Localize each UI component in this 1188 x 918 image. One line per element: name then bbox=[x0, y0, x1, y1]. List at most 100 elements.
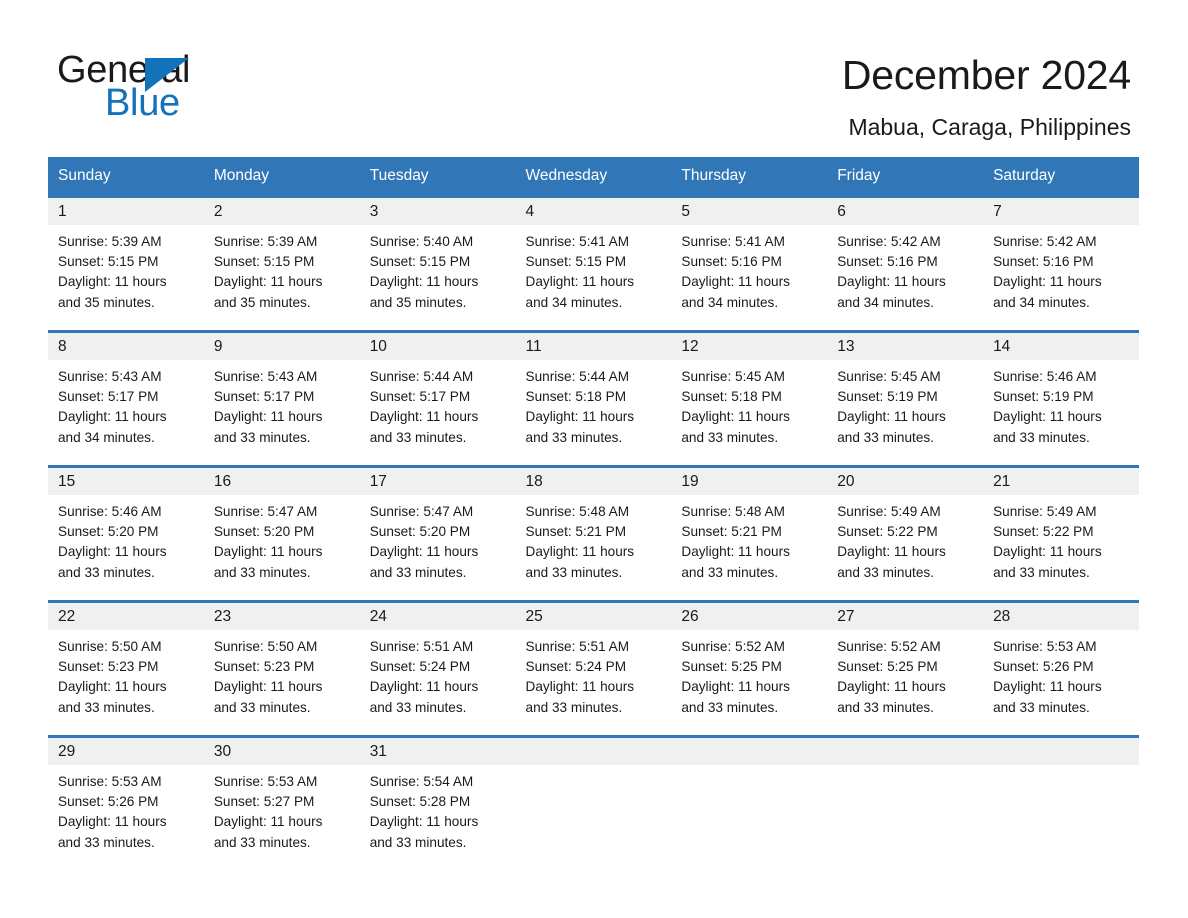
weekday-header-monday: Monday bbox=[203, 157, 360, 195]
calendar-day-cell[interactable]: 6 Sunrise: 5:42 AM Sunset: 5:16 PM Daylig… bbox=[827, 198, 984, 330]
day-sun-info: Sunrise: 5:46 AM Sunset: 5:19 PM Dayligh… bbox=[993, 369, 1102, 445]
day-number: 20 bbox=[827, 468, 984, 495]
generalblue-logo: General Blue bbox=[57, 48, 377, 128]
calendar-day-cell[interactable]: 27 Sunrise: 5:52 AM Sunset: 5:25 PM Dayli… bbox=[827, 603, 984, 735]
day-sun-info: Sunrise: 5:50 AM Sunset: 5:23 PM Dayligh… bbox=[213, 639, 323, 715]
calendar-day-cell[interactable]: 4 Sunrise: 5:41 AM Sunset: 5:15 PM Daylig… bbox=[515, 198, 672, 330]
weekday-header-saturday: Saturday bbox=[983, 157, 1139, 195]
day-sun-info: Sunrise: 5:46 AM Sunset: 5:20 PM Dayligh… bbox=[58, 504, 167, 580]
calendar-empty-cell bbox=[827, 738, 984, 853]
calendar-day-cell[interactable]: 8 Sunrise: 5:43 AM Sunset: 5:17 PM Daylig… bbox=[48, 333, 204, 465]
weekday-header-friday: Friday bbox=[827, 157, 984, 195]
calendar-day-cell[interactable]: 31 Sunrise: 5:54 AM Sunset: 5:28 PM Dayli… bbox=[359, 738, 516, 853]
calendar-grid: Sunday Monday Tuesday Wednesday Thursday Frid… bbox=[48, 157, 1139, 853]
calendar-day-cell[interactable]: 17 Sunrise: 5:47 AM Sunset: 5:20 PM Dayli… bbox=[359, 468, 516, 600]
day-number: 6 bbox=[827, 198, 984, 225]
calendar-week-row: 8 Sunrise: 5:43 AM Sunset: 5:17 PM Daylig… bbox=[48, 330, 1139, 465]
day-number: 16 bbox=[203, 468, 360, 495]
day-number: 23 bbox=[203, 603, 360, 630]
day-number: 12 bbox=[671, 333, 828, 360]
calendar-day-cell[interactable]: 14 Sunrise: 5:46 AM Sunset: 5:19 PM Dayli… bbox=[983, 333, 1139, 465]
day-sun-info: Sunrise: 5:49 AM Sunset: 5:22 PM Dayligh… bbox=[993, 504, 1102, 580]
calendar-empty-cell bbox=[983, 738, 1139, 853]
day-number: 14 bbox=[983, 333, 1139, 360]
day-sun-info: Sunrise: 5:43 AM Sunset: 5:17 PM Dayligh… bbox=[213, 369, 323, 445]
day-number: 3 bbox=[359, 198, 516, 225]
calendar-day-cell[interactable]: 5 Sunrise: 5:41 AM Sunset: 5:16 PM Daylig… bbox=[671, 198, 828, 330]
calendar-day-cell[interactable]: 28 Sunrise: 5:53 AM Sunset: 5:26 PM Dayli… bbox=[983, 603, 1139, 735]
weekday-header-row: Sunday Monday Tuesday Wednesday Thursday Frid… bbox=[48, 157, 1139, 195]
day-number: 5 bbox=[671, 198, 828, 225]
day-number: 8 bbox=[48, 333, 204, 360]
day-number bbox=[515, 738, 672, 765]
calendar-day-cell[interactable]: 26 Sunrise: 5:52 AM Sunset: 5:25 PM Dayli… bbox=[671, 603, 828, 735]
calendar-day-cell[interactable]: 11 Sunrise: 5:44 AM Sunset: 5:18 PM Dayli… bbox=[515, 333, 672, 465]
calendar-day-cell[interactable]: 9 Sunrise: 5:43 AM Sunset: 5:17 PM Daylig… bbox=[203, 333, 360, 465]
calendar-day-cell[interactable]: 3 Sunrise: 5:40 AM Sunset: 5:15 PM Daylig… bbox=[359, 198, 516, 330]
day-number: 9 bbox=[203, 333, 360, 360]
calendar-day-cell[interactable]: 1 Sunrise: 5:39 AM Sunset: 5:15 PM Daylig… bbox=[48, 198, 204, 330]
day-sun-info: Sunrise: 5:39 AM Sunset: 5:15 PM Dayligh… bbox=[213, 234, 323, 310]
calendar-day-cell[interactable]: 12 Sunrise: 5:45 AM Sunset: 5:18 PM Dayli… bbox=[671, 333, 828, 465]
page-header: General Blue December 2024 Mabua, Caraga… bbox=[0, 0, 1188, 150]
weekday-header-tuesday: Tuesday bbox=[359, 157, 516, 195]
day-sun-info: Sunrise: 5:50 AM Sunset: 5:23 PM Dayligh… bbox=[58, 639, 167, 715]
day-number: 25 bbox=[515, 603, 672, 630]
calendar-day-cell[interactable]: 18 Sunrise: 5:48 AM Sunset: 5:21 PM Dayli… bbox=[515, 468, 672, 600]
day-sun-info: Sunrise: 5:51 AM Sunset: 5:24 PM Dayligh… bbox=[525, 639, 635, 715]
calendar-day-cell[interactable]: 16 Sunrise: 5:47 AM Sunset: 5:20 PM Dayli… bbox=[203, 468, 360, 600]
day-number: 1 bbox=[48, 198, 204, 225]
calendar-day-cell[interactable]: 24 Sunrise: 5:51 AM Sunset: 5:24 PM Dayli… bbox=[359, 603, 516, 735]
day-number: 28 bbox=[983, 603, 1139, 630]
calendar-day-cell[interactable]: 13 Sunrise: 5:45 AM Sunset: 5:19 PM Dayli… bbox=[827, 333, 984, 465]
calendar-day-cell[interactable]: 15 Sunrise: 5:46 AM Sunset: 5:20 PM Dayli… bbox=[48, 468, 204, 600]
day-number: 27 bbox=[827, 603, 984, 630]
weekday-header-thursday: Thursday bbox=[671, 157, 828, 195]
calendar-week-row: 22 Sunrise: 5:50 AM Sunset: 5:23 PM Dayli… bbox=[48, 600, 1139, 735]
day-sun-info: Sunrise: 5:43 AM Sunset: 5:17 PM Dayligh… bbox=[58, 369, 167, 445]
day-sun-info: Sunrise: 5:44 AM Sunset: 5:18 PM Dayligh… bbox=[525, 369, 635, 445]
calendar-day-cell[interactable]: 29 Sunrise: 5:53 AM Sunset: 5:26 PM Dayli… bbox=[48, 738, 204, 853]
weekday-header-sunday: Sunday bbox=[48, 157, 204, 195]
calendar-day-cell[interactable]: 22 Sunrise: 5:50 AM Sunset: 5:23 PM Dayli… bbox=[48, 603, 204, 735]
calendar-week-row: 15 Sunrise: 5:46 AM Sunset: 5:20 PM Dayli… bbox=[48, 465, 1139, 600]
day-number: 10 bbox=[359, 333, 516, 360]
weekday-header-wednesday: Wednesday bbox=[515, 157, 672, 195]
day-sun-info: Sunrise: 5:48 AM Sunset: 5:21 PM Dayligh… bbox=[681, 504, 790, 580]
day-number: 15 bbox=[48, 468, 204, 495]
calendar-day-cell[interactable]: 19 Sunrise: 5:48 AM Sunset: 5:21 PM Dayli… bbox=[671, 468, 828, 600]
day-number: 11 bbox=[515, 333, 672, 360]
calendar-day-cell[interactable]: 2 Sunrise: 5:39 AM Sunset: 5:15 PM Daylig… bbox=[203, 198, 360, 330]
day-number bbox=[671, 738, 828, 765]
day-number: 31 bbox=[359, 738, 516, 765]
day-sun-info: Sunrise: 5:47 AM Sunset: 5:20 PM Dayligh… bbox=[213, 504, 323, 580]
day-sun-info: Sunrise: 5:48 AM Sunset: 5:21 PM Dayligh… bbox=[525, 504, 635, 580]
calendar-page: General Blue December 2024 Mabua, Caraga… bbox=[0, 0, 1188, 918]
calendar-day-cell[interactable]: 10 Sunrise: 5:44 AM Sunset: 5:17 PM Dayli… bbox=[359, 333, 516, 465]
day-number: 26 bbox=[671, 603, 828, 630]
calendar-day-cell[interactable]: 25 Sunrise: 5:51 AM Sunset: 5:24 PM Dayli… bbox=[515, 603, 672, 735]
calendar-weeks: 1 Sunrise: 5:39 AM Sunset: 5:15 PM Daylig… bbox=[48, 195, 1139, 853]
day-sun-info: Sunrise: 5:52 AM Sunset: 5:25 PM Dayligh… bbox=[837, 639, 946, 715]
calendar-day-cell[interactable]: 21 Sunrise: 5:49 AM Sunset: 5:22 PM Dayli… bbox=[983, 468, 1139, 600]
calendar-day-cell[interactable]: 20 Sunrise: 5:49 AM Sunset: 5:22 PM Dayli… bbox=[827, 468, 984, 600]
day-number bbox=[983, 738, 1139, 765]
logo-text-blue: Blue bbox=[105, 82, 180, 124]
day-number: 13 bbox=[827, 333, 984, 360]
calendar-day-cell[interactable]: 23 Sunrise: 5:50 AM Sunset: 5:23 PM Dayli… bbox=[203, 603, 360, 735]
day-sun-info: Sunrise: 5:39 AM Sunset: 5:15 PM Dayligh… bbox=[58, 234, 167, 310]
day-sun-info: Sunrise: 5:42 AM Sunset: 5:16 PM Dayligh… bbox=[993, 234, 1102, 310]
day-sun-info: Sunrise: 5:53 AM Sunset: 5:27 PM Dayligh… bbox=[213, 774, 323, 850]
calendar-week-row: 29 Sunrise: 5:53 AM Sunset: 5:26 PM Dayli… bbox=[48, 735, 1139, 853]
day-sun-info: Sunrise: 5:47 AM Sunset: 5:20 PM Dayligh… bbox=[369, 504, 479, 580]
day-number: 4 bbox=[515, 198, 672, 225]
day-number: 29 bbox=[48, 738, 204, 765]
calendar-day-cell[interactable]: 30 Sunrise: 5:53 AM Sunset: 5:27 PM Dayli… bbox=[203, 738, 360, 853]
day-sun-info: Sunrise: 5:52 AM Sunset: 5:25 PM Dayligh… bbox=[681, 639, 790, 715]
day-sun-info: Sunrise: 5:49 AM Sunset: 5:22 PM Dayligh… bbox=[837, 504, 946, 580]
day-sun-info: Sunrise: 5:54 AM Sunset: 5:28 PM Dayligh… bbox=[369, 774, 479, 850]
day-number: 30 bbox=[203, 738, 360, 765]
calendar-day-cell[interactable]: 7 Sunrise: 5:42 AM Sunset: 5:16 PM Daylig… bbox=[983, 198, 1139, 330]
day-sun-info bbox=[827, 765, 983, 772]
calendar-empty-cell bbox=[671, 738, 828, 853]
